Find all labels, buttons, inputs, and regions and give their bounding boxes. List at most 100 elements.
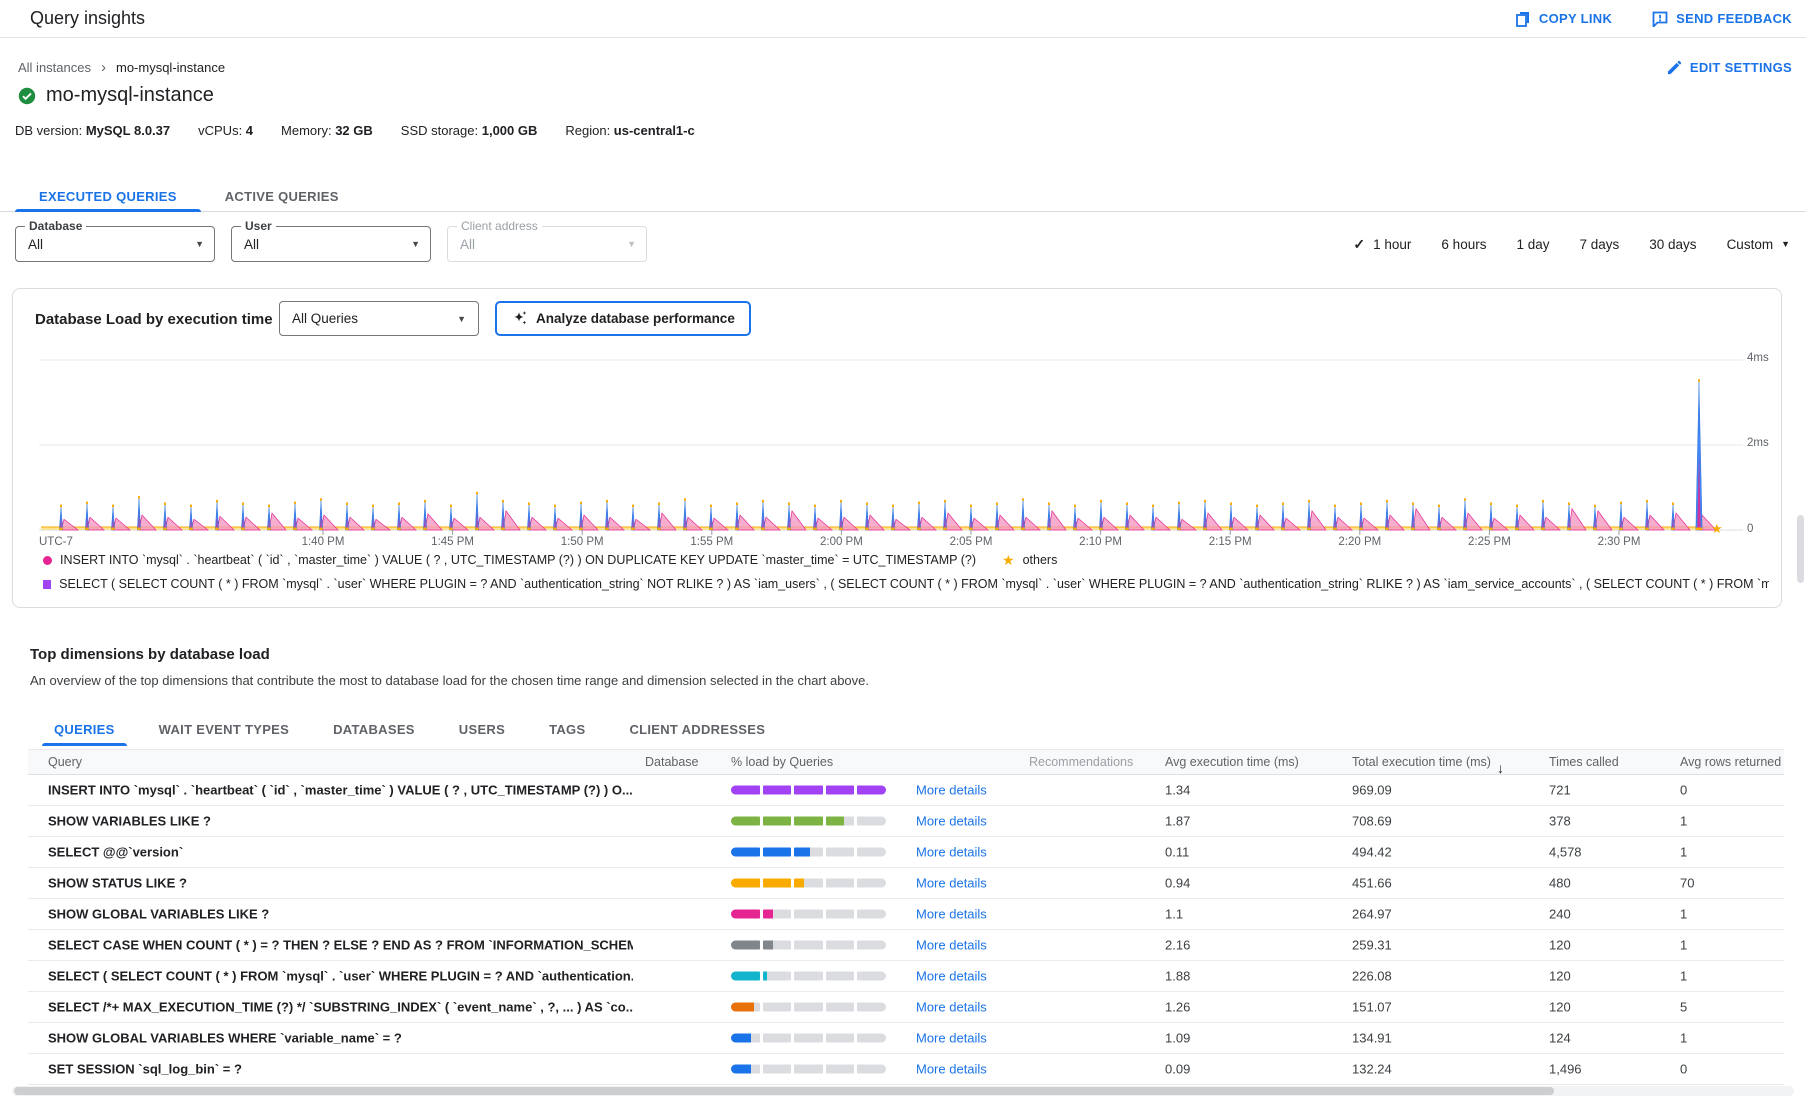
- more-details-link[interactable]: More details: [916, 876, 987, 891]
- load-bar-segment: [731, 972, 760, 981]
- user-filter[interactable]: UserAll▼: [231, 226, 431, 262]
- edit-settings-button[interactable]: EDIT SETTINGS: [1667, 60, 1792, 75]
- avg-rows-returned: 1: [1680, 938, 1687, 953]
- col-recommendations[interactable]: Recommendations: [1029, 755, 1133, 769]
- load-bar-segment: [731, 1034, 760, 1043]
- load-bar-segment: [794, 1034, 823, 1043]
- horizontal-scrollbar[interactable]: [12, 1086, 1794, 1096]
- filter-value: All: [244, 237, 411, 252]
- filter-value: All: [28, 237, 195, 252]
- time-range-7-days[interactable]: 7 days: [1579, 237, 1619, 252]
- legend-label: SELECT ( SELECT COUNT ( * ) FROM `mysql`…: [59, 577, 1769, 591]
- col-database: Database: [645, 755, 699, 769]
- app-bar-actions: COPY LINK SEND FEEDBACK: [1515, 11, 1792, 27]
- more-details-link[interactable]: More details: [916, 783, 987, 798]
- legend-item-others: ★others: [1002, 553, 1057, 567]
- table-header: Query Database % load by Queries Recommenda…: [28, 749, 1784, 775]
- time-range-label: 30 days: [1649, 237, 1696, 252]
- time-range-1-hour[interactable]: ✓1 hour: [1353, 236, 1411, 253]
- dim-tab-client-addresses[interactable]: CLIENT ADDRESSES: [607, 712, 787, 746]
- load-bar-segment: [794, 972, 823, 981]
- time-range-custom[interactable]: Custom▼: [1727, 237, 1790, 252]
- col-load-by-queries[interactable]: % load by Queries: [731, 755, 833, 769]
- y-axis-label: 0: [1747, 523, 1753, 535]
- load-bar-segment: [857, 941, 886, 950]
- load-bar-segment: [794, 941, 823, 950]
- load-bar-segment: [763, 786, 792, 795]
- load-bar: [731, 817, 886, 826]
- total-execution-time: 969.09: [1352, 783, 1392, 798]
- load-bar-fill: [731, 1065, 751, 1074]
- load-bar-fill: [826, 786, 855, 795]
- avg-execution-time: 1.88: [1165, 969, 1190, 984]
- col-avg-rows-returned[interactable]: Avg rows returned: [1680, 755, 1781, 769]
- copy-link-button[interactable]: COPY LINK: [1515, 11, 1612, 27]
- avg-execution-time: 0.09: [1165, 1062, 1190, 1077]
- vertical-scrollbar-thumb[interactable]: [1797, 515, 1804, 583]
- col-total-execution-time-ms[interactable]: Total execution time (ms)↓: [1352, 755, 1491, 769]
- dim-tab-wait-event-types[interactable]: WAIT EVENT TYPES: [137, 712, 311, 746]
- status-ok-icon: [18, 87, 36, 105]
- dim-tab-tags[interactable]: TAGS: [527, 712, 607, 746]
- meta-label: DB version:: [15, 123, 82, 138]
- col-avg-execution-time-ms[interactable]: Avg execution time (ms): [1165, 755, 1299, 769]
- load-bar-segment: [857, 1065, 886, 1074]
- avg-rows-returned: 0: [1680, 783, 1687, 798]
- more-details-link[interactable]: More details: [916, 1031, 987, 1046]
- more-details-link[interactable]: More details: [916, 814, 987, 829]
- query-insights-page: Query insights COPY LINK SEND FEEDBACK A…: [0, 0, 1806, 1099]
- dim-tab-queries[interactable]: QUERIES: [32, 712, 137, 746]
- query-cell[interactable]: INSERT INTO `mysql` . `heartbeat` ( `id`…: [48, 783, 633, 798]
- horizontal-scrollbar-thumb[interactable]: [14, 1087, 1554, 1095]
- tab-executed-queries[interactable]: EXECUTED QUERIES: [15, 182, 201, 211]
- load-bar-fill: [763, 910, 773, 919]
- more-details-link[interactable]: More details: [916, 1000, 987, 1015]
- meta-value: 4: [242, 123, 253, 138]
- chevron-down-icon: ▼: [1781, 239, 1790, 249]
- total-execution-time: 259.31: [1352, 938, 1392, 953]
- send-feedback-button[interactable]: SEND FEEDBACK: [1652, 11, 1792, 27]
- time-range-30-days[interactable]: 30 days: [1649, 237, 1696, 252]
- load-bar-segment: [794, 879, 823, 888]
- sort-descending-icon[interactable]: ↓: [1497, 760, 1504, 776]
- query-cell[interactable]: SET SESSION `sql_log_bin` = ?: [48, 1062, 242, 1077]
- copy-icon: [1515, 11, 1531, 27]
- query-cell[interactable]: SELECT ( SELECT COUNT ( * ) FROM `mysql`…: [48, 969, 633, 984]
- query-cell[interactable]: SHOW STATUS LIKE ?: [48, 876, 187, 891]
- more-details-link[interactable]: More details: [916, 938, 987, 953]
- time-range-6-hours[interactable]: 6 hours: [1441, 237, 1486, 252]
- load-bar-segment: [763, 817, 792, 826]
- more-details-link[interactable]: More details: [916, 845, 987, 860]
- load-bar-segment: [731, 848, 760, 857]
- query-cell[interactable]: SHOW VARIABLES LIKE ?: [48, 814, 211, 829]
- more-details-link[interactable]: More details: [916, 969, 987, 984]
- edit-settings-label: EDIT SETTINGS: [1690, 60, 1792, 75]
- tab-active-queries[interactable]: ACTIVE QUERIES: [201, 182, 363, 211]
- database-load-card: Database Load by execution time All Quer…: [12, 288, 1782, 608]
- database-filter[interactable]: DatabaseAll▼: [15, 226, 215, 262]
- time-range-1-day[interactable]: 1 day: [1516, 237, 1549, 252]
- load-bar-fill: [731, 817, 760, 826]
- x-axis-label: 2:10 PM: [1079, 536, 1122, 548]
- query-scope-select[interactable]: All Queries ▼: [279, 301, 479, 336]
- avg-execution-time: 2.16: [1165, 938, 1190, 953]
- query-cell[interactable]: SELECT @@`version`: [48, 845, 183, 860]
- query-cell[interactable]: SELECT CASE WHEN COUNT ( * ) = ? THEN ? …: [48, 938, 633, 953]
- dim-tab-databases[interactable]: DATABASES: [311, 712, 437, 746]
- breadcrumb-all-instances[interactable]: All instances: [18, 60, 91, 75]
- instance-meta: DB version: MySQL 8.0.37vCPUs: 4Memory: …: [15, 123, 695, 138]
- table-row: SELECT @@`version`More details0.11494.42…: [28, 837, 1784, 868]
- time-range-label: 1 hour: [1373, 237, 1411, 252]
- more-details-link[interactable]: More details: [916, 1062, 987, 1077]
- col-query: Query: [48, 755, 82, 769]
- query-cell[interactable]: SHOW GLOBAL VARIABLES LIKE ?: [48, 907, 269, 922]
- query-cell[interactable]: SELECT /*+ MAX_EXECUTION_TIME (?) */ `SU…: [48, 1000, 633, 1015]
- more-details-link[interactable]: More details: [916, 907, 987, 922]
- analyze-database-performance-button[interactable]: Analyze database performance: [495, 301, 751, 336]
- col-times-called[interactable]: Times called: [1549, 755, 1619, 769]
- dim-tab-users[interactable]: USERS: [437, 712, 527, 746]
- load-bar-segment: [794, 848, 823, 857]
- avg-execution-time: 1.87: [1165, 814, 1190, 829]
- meta-label: vCPUs:: [198, 123, 242, 138]
- query-cell[interactable]: SHOW GLOBAL VARIABLES WHERE `variable_na…: [48, 1031, 402, 1046]
